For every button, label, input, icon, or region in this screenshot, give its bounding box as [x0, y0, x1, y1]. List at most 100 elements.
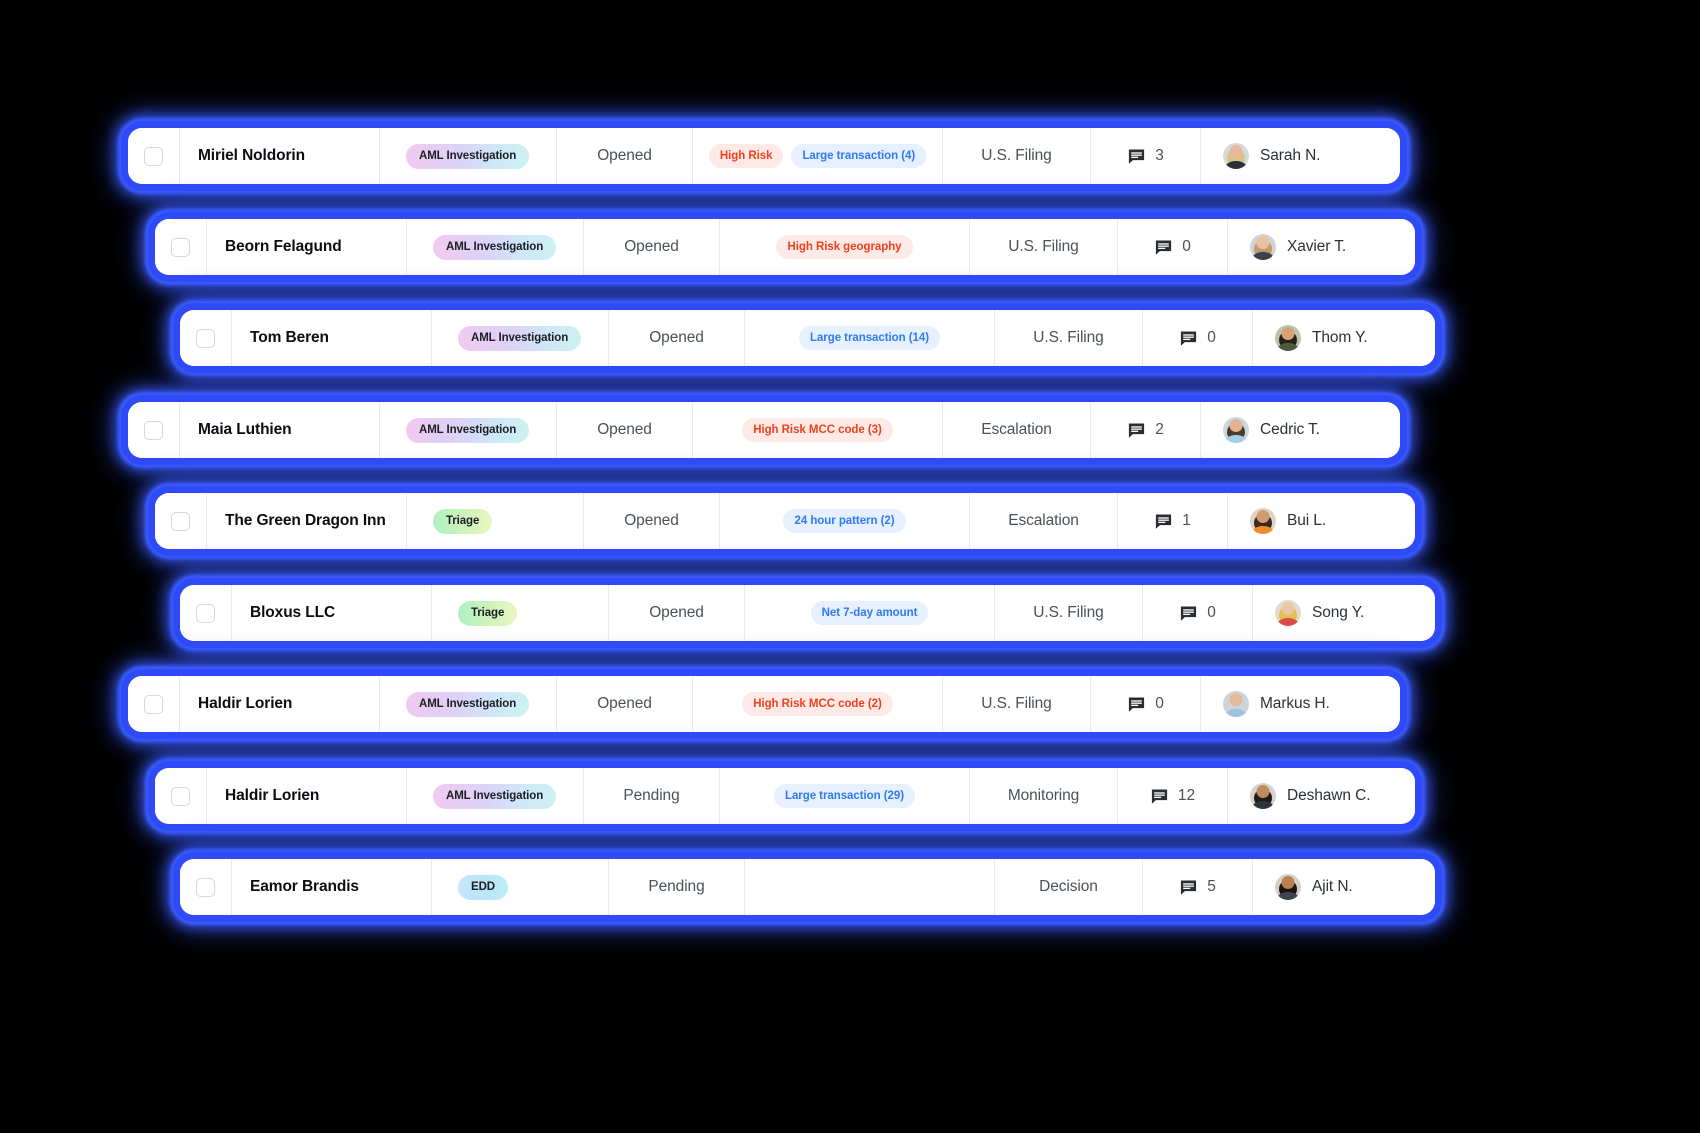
comment-count: 3	[1155, 147, 1164, 164]
case-assignee-cell: Deshawn C.	[1228, 768, 1415, 824]
case-name: Miriel Noldorin	[198, 147, 306, 164]
case-type-cell: AML Investigation	[407, 219, 584, 275]
case-tags-cell: High Risk Large transaction (4)	[693, 128, 943, 184]
case-tags-cell: Large transaction (14)	[745, 310, 995, 366]
avatar-face	[1281, 326, 1295, 340]
table-row[interactable]: Eamor Brandis EDD Pending Decision 5 Ajit N.	[180, 859, 1435, 915]
comment-count: 1	[1182, 512, 1191, 529]
checkbox-unchecked-icon[interactable]	[144, 146, 163, 166]
row-select-cell	[180, 310, 232, 366]
table-row[interactable]: The Green Dragon Inn Triage Opened 24 hour …	[155, 493, 1415, 549]
checkbox-unchecked-icon[interactable]	[196, 877, 215, 897]
avatar	[1223, 691, 1249, 717]
avatar-shirt	[1251, 526, 1275, 534]
case-type-badge: AML Investigation	[406, 143, 530, 169]
case-queue-cell: U.S. Filing	[943, 676, 1091, 732]
case-status-cell: Opened	[557, 402, 693, 458]
case-tag[interactable]: Net 7-day amount	[810, 601, 929, 625]
case-status-cell: Opened	[609, 585, 745, 641]
case-tag[interactable]: High Risk MCC code (2)	[742, 692, 893, 716]
comment-bubble-icon	[1151, 788, 1167, 804]
table-row[interactable]: Maia Luthien AML Investigation Opened High …	[128, 402, 1400, 458]
avatar-face	[1256, 235, 1270, 249]
case-tag[interactable]: High Risk MCC code (3)	[742, 418, 893, 442]
case-assignee-cell: Bui L.	[1228, 493, 1415, 549]
row-select-cell	[180, 585, 232, 641]
case-type-badge: Triage	[458, 600, 518, 626]
case-name: Maia Luthien	[198, 421, 292, 438]
table-row[interactable]: Haldir Lorien AML Investigation Opened High…	[128, 676, 1400, 732]
case-row-9: Eamor Brandis EDD Pending Decision 5 Ajit N.	[180, 859, 1435, 915]
avatar	[1223, 417, 1249, 443]
avatar	[1275, 874, 1301, 900]
case-comments-cell: 3	[1091, 128, 1201, 184]
case-status-cell: Pending	[584, 768, 720, 824]
case-assignee-cell: Cedric T.	[1201, 402, 1400, 458]
row-select-cell	[180, 859, 232, 915]
case-tag[interactable]: Large transaction (4)	[791, 144, 927, 168]
comment-count: 2	[1155, 421, 1164, 438]
case-queue: U.S. Filing	[981, 695, 1052, 712]
case-status-cell: Opened	[609, 310, 745, 366]
row-select-cell	[128, 676, 180, 732]
checkbox-unchecked-icon[interactable]	[196, 328, 215, 348]
comment-bubble-icon	[1181, 330, 1197, 346]
table-row[interactable]: Haldir Lorien AML Investigation Pending Lar…	[155, 768, 1415, 824]
comment-bubble-icon	[1129, 422, 1145, 438]
case-name-cell: Haldir Lorien	[180, 676, 380, 732]
case-tag[interactable]: High Risk geography	[776, 235, 913, 259]
table-row[interactable]: Miriel Noldorin AML Investigation Opened Hi…	[128, 128, 1400, 184]
case-tags-cell: Net 7-day amount	[745, 585, 995, 641]
comment-bubble-icon	[1129, 696, 1145, 712]
case-status: Opened	[597, 421, 652, 438]
case-tag[interactable]: Large transaction (14)	[798, 326, 941, 350]
avatar-face	[1229, 692, 1243, 706]
avatar-shirt	[1276, 618, 1300, 626]
case-name: Beorn Felagund	[225, 238, 342, 255]
case-queue-cell: Decision	[995, 859, 1143, 915]
avatar-shirt	[1224, 161, 1248, 169]
checkbox-unchecked-icon[interactable]	[196, 603, 215, 623]
table-row[interactable]: Tom Beren AML Investigation Opened Large tr…	[180, 310, 1435, 366]
case-status: Opened	[624, 238, 679, 255]
case-queue: Escalation	[981, 421, 1052, 438]
row-select-cell	[128, 128, 180, 184]
case-tag[interactable]: 24 hour pattern (2)	[783, 509, 906, 533]
assignee-name: Thom Y.	[1312, 329, 1368, 346]
assignee-name: Sarah N.	[1260, 147, 1321, 164]
avatar-face	[1281, 875, 1295, 889]
case-queue-cell: U.S. Filing	[995, 310, 1143, 366]
case-queue-cell: U.S. Filing	[970, 219, 1118, 275]
assignee-name: Deshawn C.	[1287, 787, 1371, 804]
case-tag[interactable]: High Risk	[708, 144, 784, 168]
case-type-cell: AML Investigation	[407, 768, 584, 824]
checkbox-unchecked-icon[interactable]	[171, 237, 190, 257]
case-name-cell: Tom Beren	[232, 310, 432, 366]
checkbox-unchecked-icon[interactable]	[171, 511, 190, 531]
case-status-cell: Opened	[584, 493, 720, 549]
checkbox-unchecked-icon[interactable]	[144, 694, 163, 714]
case-tag[interactable]: Large transaction (29)	[773, 784, 916, 808]
checkbox-unchecked-icon[interactable]	[171, 786, 190, 806]
case-type-cell: AML Investigation	[432, 310, 609, 366]
case-name-cell: Miriel Noldorin	[180, 128, 380, 184]
comment-bubble-icon	[1181, 605, 1197, 621]
table-row[interactable]: Bloxus LLC Triage Opened Net 7-day amount U.…	[180, 585, 1435, 641]
checkbox-unchecked-icon[interactable]	[144, 420, 163, 440]
case-status: Opened	[597, 695, 652, 712]
case-type-badge: AML Investigation	[406, 691, 530, 717]
case-tags-cell: Large transaction (29)	[720, 768, 970, 824]
table-row[interactable]: Beorn Felagund AML Investigation Opened Hig…	[155, 219, 1415, 275]
comment-count: 0	[1155, 695, 1164, 712]
avatar-shirt	[1224, 435, 1248, 443]
case-assignee-cell: Xavier T.	[1228, 219, 1415, 275]
case-name-cell: Haldir Lorien	[207, 768, 407, 824]
comment-bubble-icon	[1156, 513, 1172, 529]
avatar-face	[1229, 418, 1243, 432]
assignee-name: Cedric T.	[1260, 421, 1320, 438]
row-select-cell	[155, 768, 207, 824]
avatar	[1250, 508, 1276, 534]
avatar	[1250, 783, 1276, 809]
avatar-face	[1229, 144, 1243, 158]
case-tags-cell	[745, 859, 995, 915]
